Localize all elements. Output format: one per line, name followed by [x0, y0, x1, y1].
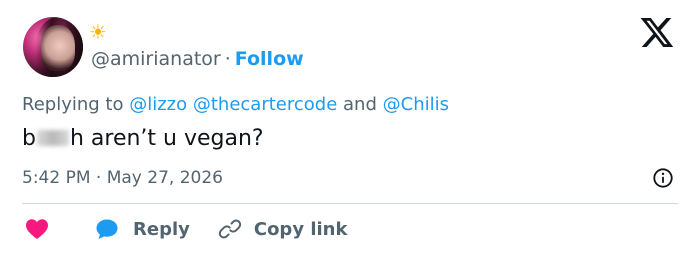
mention-chilis[interactable]: @Chilis [383, 94, 449, 115]
link-icon [218, 219, 242, 239]
divider [22, 203, 678, 204]
reply-context-prefix: Replying to [22, 94, 124, 115]
speech-bubble-icon [96, 219, 118, 239]
copy-link-label: Copy link [253, 218, 348, 240]
avatar[interactable] [23, 17, 83, 77]
follow-button[interactable]: Follow [235, 48, 304, 70]
reply-label: Reply [133, 218, 190, 240]
tweet-text-start: b [22, 126, 36, 151]
heart-icon [26, 219, 48, 239]
reply-button[interactable]: Reply [95, 218, 190, 240]
tweet-date: May 27, 2026 [106, 168, 223, 188]
tweet-text: b h aren’t u vegan? [22, 124, 264, 154]
tweet-time: 5:42 PM [22, 168, 91, 188]
sun-emoji-icon: ☀ [89, 20, 107, 44]
mention-thecartercode[interactable]: @thecartercode [193, 94, 337, 115]
tweet-text-end: h aren’t u vegan? [69, 126, 264, 151]
author-handle[interactable]: @amirianator [91, 48, 221, 70]
x-logo-icon[interactable] [640, 18, 674, 48]
author-row: @amirianator · Follow [91, 47, 304, 71]
timestamp-separator: · [95, 168, 102, 188]
handle-separator: · [224, 48, 231, 70]
tweet-timestamp[interactable]: 5:42 PM · May 27, 2026 [22, 166, 223, 190]
reply-context-joiner: and [343, 94, 377, 115]
mention-lizzo[interactable]: @lizzo [129, 94, 187, 115]
action-bar: Reply Copy link [22, 216, 347, 242]
avatar-face [41, 25, 75, 71]
reply-context: Replying to @lizzo @thecartercode and @C… [22, 93, 449, 117]
censor-blur [36, 130, 69, 146]
copy-link-button[interactable]: Copy link [218, 217, 348, 241]
info-icon[interactable] [652, 167, 674, 189]
like-button[interactable] [22, 218, 49, 240]
